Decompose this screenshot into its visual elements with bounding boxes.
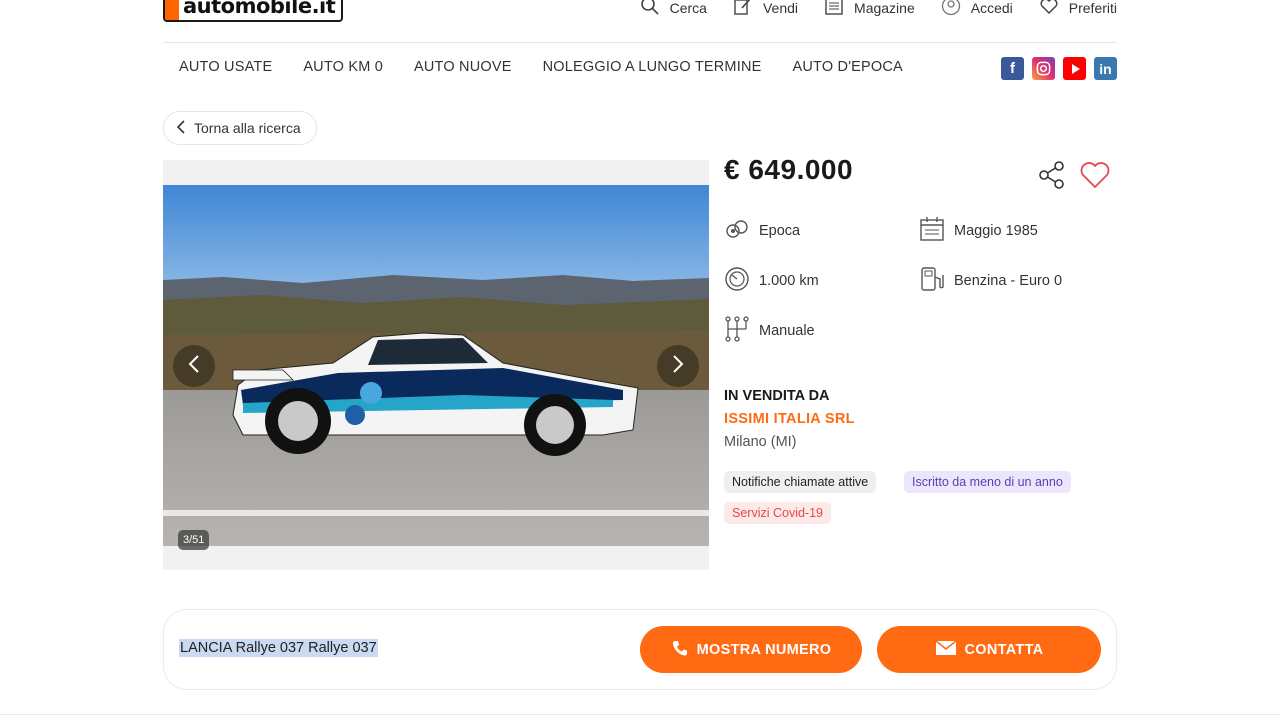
- category-rental[interactable]: NOLEGGIO A LUNGO TERMINE: [543, 59, 762, 75]
- contact-label: CONTATTA: [964, 641, 1044, 658]
- search-icon: [640, 0, 660, 19]
- category-vintage[interactable]: AUTO D'EPOCA: [792, 59, 902, 75]
- speedometer-icon: [723, 265, 751, 297]
- show-number-label: MOSTRA NUMERO: [696, 641, 832, 658]
- nav-favorites[interactable]: Preferiti: [1039, 0, 1117, 19]
- contact-button[interactable]: CONTATTA: [877, 626, 1101, 673]
- seller-heading: IN VENDITA DA: [724, 388, 830, 404]
- photo-gallery: 3/51: [163, 160, 709, 570]
- price: € 649.000: [724, 154, 854, 185]
- badge-new-member: Iscritto da meno di un anno: [904, 471, 1071, 493]
- user-icon: [941, 0, 961, 19]
- chevron-right-icon: [671, 354, 685, 379]
- nav-search[interactable]: Cerca: [640, 0, 707, 19]
- spec-category-value: Epoca: [759, 223, 801, 239]
- spec-fuel: Benzina - Euro 0: [918, 265, 1062, 297]
- gearbox-icon: [723, 315, 751, 347]
- top-nav: Cerca Vendi Magazine Accedi Preferiti: [640, 0, 1117, 19]
- badge-calls-active: Notifiche chiamate attive: [724, 471, 877, 493]
- spec-transmission: Manuale: [723, 315, 815, 347]
- spec-transmission-value: Manuale: [759, 323, 815, 339]
- spec-mileage: 1.000 km: [723, 265, 819, 297]
- favorite-heart-icon[interactable]: [1079, 160, 1111, 190]
- show-number-button[interactable]: MOSTRA NUMERO: [640, 626, 862, 673]
- spec-date: Maggio 1985: [918, 215, 1038, 247]
- photo-counter: 3/51: [178, 530, 210, 550]
- badge-covid-services: Servizi Covid-19: [724, 502, 832, 524]
- edit-icon: [733, 0, 753, 19]
- spec-mileage-value: 1.000 km: [759, 273, 819, 289]
- linkedin-icon[interactable]: in: [1094, 57, 1117, 80]
- logo-mark: [165, 0, 179, 20]
- nav-favorites-label: Preferiti: [1068, 0, 1117, 16]
- site-logo[interactable]: automobile.it: [163, 0, 344, 22]
- calendar-icon: [918, 215, 946, 247]
- contact-bar: LANCIA Rallye 037 Rallye 037 MOSTRA NUME…: [163, 609, 1117, 690]
- chevron-left-icon: [187, 354, 201, 379]
- facebook-icon[interactable]: f: [1001, 57, 1024, 80]
- category-km0[interactable]: AUTO KM 0: [303, 59, 383, 75]
- spec-date-value: Maggio 1985: [954, 223, 1038, 239]
- fuel-pump-icon: [918, 265, 946, 297]
- category-nav: AUTO USATE AUTO KM 0 AUTO NUOVE NOLEGGIO…: [179, 59, 903, 75]
- share-icon[interactable]: [1037, 160, 1067, 190]
- envelope-icon: [935, 639, 957, 660]
- back-to-search-button[interactable]: Torna alla ricerca: [163, 111, 317, 145]
- logo-text: automobile.it: [183, 0, 336, 18]
- nav-sell[interactable]: Vendi: [733, 0, 798, 19]
- nav-login-label: Accedi: [970, 0, 1013, 16]
- instagram-icon[interactable]: [1032, 57, 1055, 80]
- footer-divider: [0, 714, 1280, 715]
- social-links: f in: [1001, 57, 1117, 80]
- nav-sell-label: Vendi: [762, 0, 799, 16]
- gallery-next-button[interactable]: [657, 345, 699, 387]
- spec-category: Epoca: [723, 215, 800, 247]
- gallery-prev-button[interactable]: [173, 345, 215, 387]
- phone-icon: [671, 639, 689, 661]
- nav-magazine-label: Magazine: [854, 0, 915, 16]
- nav-login[interactable]: Accedi: [941, 0, 1013, 19]
- spec-fuel-value: Benzina - Euro 0: [954, 273, 1063, 289]
- seller-location: Milano (MI): [724, 434, 797, 450]
- back-button-label: Torna alla ricerca: [194, 120, 301, 136]
- category-used[interactable]: AUTO USATE: [179, 59, 272, 75]
- youtube-icon[interactable]: [1063, 57, 1086, 80]
- car-photo[interactable]: [163, 185, 709, 546]
- category-new[interactable]: AUTO NUOVE: [414, 59, 512, 75]
- header-divider: [163, 42, 1117, 43]
- heart-icon: [1039, 0, 1059, 19]
- chevron-left-icon: [176, 119, 186, 137]
- car-title: LANCIA Rallye 037 Rallye 037: [179, 639, 378, 657]
- keys-icon: [723, 215, 751, 247]
- seller-name-link[interactable]: ISSIMI ITALIA SRL: [724, 411, 855, 427]
- newspaper-icon: [824, 0, 844, 19]
- nav-search-label: Cerca: [669, 0, 707, 16]
- nav-magazine[interactable]: Magazine: [824, 0, 915, 19]
